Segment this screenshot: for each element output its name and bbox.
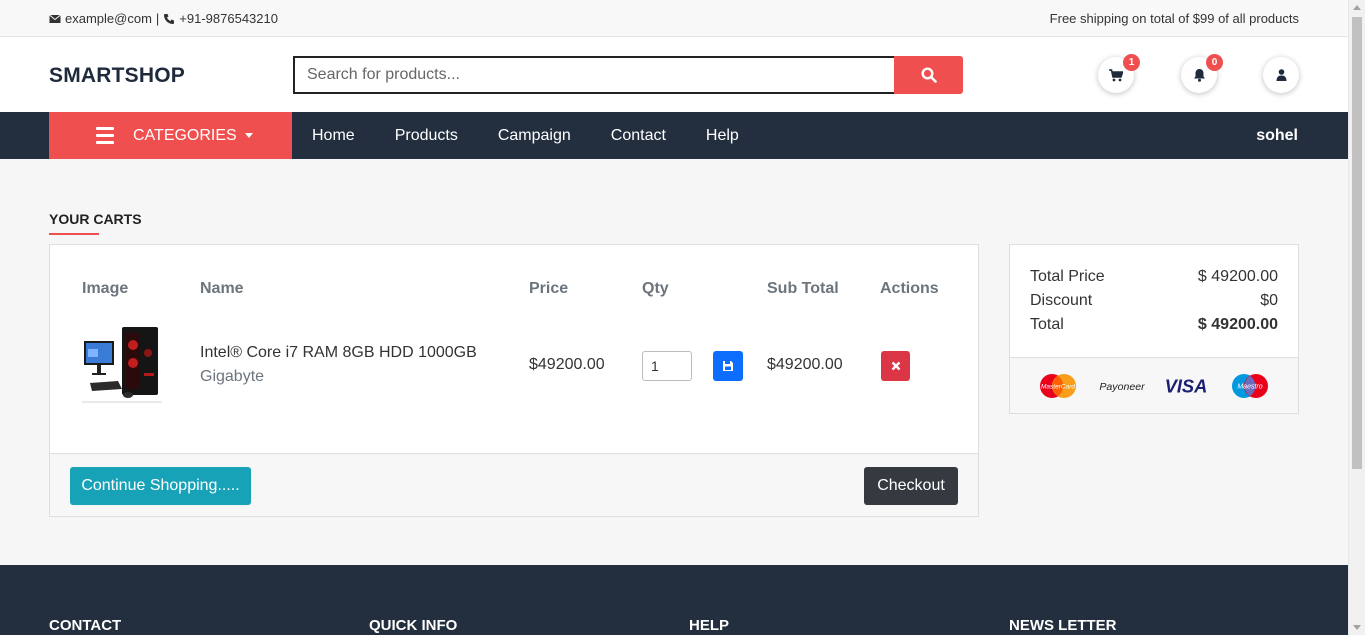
notification-count-badge: 0 bbox=[1206, 54, 1223, 71]
search-icon bbox=[920, 67, 937, 83]
svg-text:Payoneer: Payoneer bbox=[1099, 380, 1145, 392]
svg-text:Maestro: Maestro bbox=[1237, 383, 1262, 390]
product-price: $49200.00 bbox=[529, 356, 605, 373]
summary-total-row: Total $ 49200.00 bbox=[1030, 316, 1278, 334]
bell-icon bbox=[1193, 69, 1205, 82]
nav-links: Home Products Campaign Contact Help bbox=[292, 112, 759, 159]
site-logo[interactable]: SMARTSHOP bbox=[49, 64, 185, 88]
total-price-label: Total Price bbox=[1030, 268, 1105, 285]
scrollbar-thumb[interactable] bbox=[1352, 17, 1362, 469]
visa-logo: VISA bbox=[1161, 371, 1211, 401]
summary-total-price-row: Total Price $ 49200.00 bbox=[1030, 268, 1278, 286]
title-underline bbox=[49, 233, 99, 235]
separator: | bbox=[155, 11, 160, 26]
save-icon bbox=[723, 361, 733, 371]
product-brand: Gigabyte bbox=[200, 368, 265, 385]
product-subtotal: $49200.00 bbox=[767, 356, 843, 373]
column-header-actions: Actions bbox=[880, 280, 939, 297]
remove-item-button[interactable] bbox=[881, 351, 910, 381]
hamburger-icon bbox=[96, 127, 114, 144]
svg-text:VISA: VISA bbox=[1165, 375, 1208, 396]
footer-heading-quick-info: QUICK INFO bbox=[369, 617, 458, 634]
nav-link-home[interactable]: Home bbox=[292, 127, 375, 145]
mastercard-logo: MasterCard bbox=[1033, 371, 1083, 401]
product-name[interactable]: Intel® Core i7 RAM 8GB HDD 1000GB bbox=[200, 344, 477, 362]
page-scrollbar[interactable] bbox=[1348, 0, 1365, 635]
notifications-button[interactable]: 0 bbox=[1181, 54, 1223, 93]
page-title: YOUR CARTS bbox=[49, 211, 142, 227]
site-header: SMARTSHOP 1 0 bbox=[0, 37, 1348, 112]
summary-discount-row: Discount $0 bbox=[1030, 292, 1278, 310]
total-price-value: $ 49200.00 bbox=[1197, 268, 1278, 285]
payoneer-logo: Payoneer bbox=[1097, 371, 1147, 401]
checkout-button[interactable]: Checkout bbox=[864, 467, 958, 505]
product-image[interactable] bbox=[82, 323, 162, 405]
discount-label: Discount bbox=[1030, 292, 1093, 309]
order-summary: Total Price $ 49200.00 Discount $0 Total… bbox=[1009, 244, 1299, 414]
footer-heading-contact: CONTACT bbox=[49, 617, 122, 634]
user-icon bbox=[1276, 69, 1286, 81]
payment-methods: MasterCard Payoneer VISA Maestro bbox=[1010, 358, 1298, 413]
total-value: $ 49200.00 bbox=[1197, 316, 1278, 333]
account-button[interactable] bbox=[1263, 57, 1299, 93]
column-header-price: Price bbox=[529, 280, 569, 297]
quantity-input[interactable] bbox=[642, 351, 692, 381]
svg-text:MasterCard: MasterCard bbox=[1041, 383, 1075, 390]
maestro-logo: Maestro bbox=[1225, 371, 1275, 401]
scroll-up-arrow-icon[interactable] bbox=[1353, 5, 1361, 10]
cart-footer: Continue Shopping..... Checkout bbox=[50, 453, 978, 516]
nav-link-campaign[interactable]: Campaign bbox=[478, 127, 591, 145]
footer-heading-newsletter: NEWS LETTER bbox=[1009, 617, 1117, 634]
categories-label: CATEGORIES bbox=[133, 126, 237, 144]
nav-link-contact[interactable]: Contact bbox=[591, 127, 686, 145]
nav-username[interactable]: sohel bbox=[1256, 127, 1298, 145]
nav-link-products[interactable]: Products bbox=[375, 127, 478, 145]
cart-table: Image Name Price Qty Sub Total Actions I… bbox=[49, 244, 979, 517]
contact-phone[interactable]: +91-9876543210 bbox=[179, 11, 278, 26]
footer-heading-help: HELP bbox=[689, 617, 730, 634]
update-quantity-button[interactable] bbox=[713, 351, 743, 381]
column-header-image: Image bbox=[82, 280, 129, 297]
categories-dropdown[interactable]: CATEGORIES bbox=[49, 112, 292, 159]
search-bar bbox=[293, 56, 963, 94]
column-header-subtotal: Sub Total bbox=[767, 280, 839, 297]
close-icon bbox=[891, 361, 900, 371]
column-header-qty: Qty bbox=[642, 280, 669, 297]
envelope-icon bbox=[49, 14, 61, 23]
main-navbar: CATEGORIES Home Products Campaign Contac… bbox=[0, 112, 1348, 159]
shopping-cart-icon bbox=[1109, 68, 1123, 81]
search-input[interactable] bbox=[293, 56, 894, 94]
cart-count-badge: 1 bbox=[1123, 54, 1140, 71]
contact-email[interactable]: example@com bbox=[65, 11, 152, 26]
column-header-name: Name bbox=[200, 280, 244, 297]
cart-button[interactable]: 1 bbox=[1098, 54, 1140, 93]
scroll-down-arrow-icon[interactable] bbox=[1353, 625, 1361, 630]
shipping-note: Free shipping on total of $99 of all pro… bbox=[1049, 11, 1299, 26]
caret-down-icon bbox=[244, 133, 253, 138]
site-footer: CONTACT QUICK INFO HELP NEWS LETTER bbox=[0, 565, 1348, 635]
total-label: Total bbox=[1030, 316, 1064, 333]
top-info-bar: example@com | +91-9876543210 Free shippi… bbox=[0, 0, 1348, 37]
continue-shopping-button[interactable]: Continue Shopping..... bbox=[70, 467, 251, 505]
discount-value: $0 bbox=[1260, 292, 1278, 309]
search-button[interactable] bbox=[894, 56, 963, 94]
contact-info: example@com | +91-9876543210 bbox=[49, 11, 278, 26]
phone-icon bbox=[164, 13, 175, 24]
nav-link-help[interactable]: Help bbox=[686, 127, 759, 145]
